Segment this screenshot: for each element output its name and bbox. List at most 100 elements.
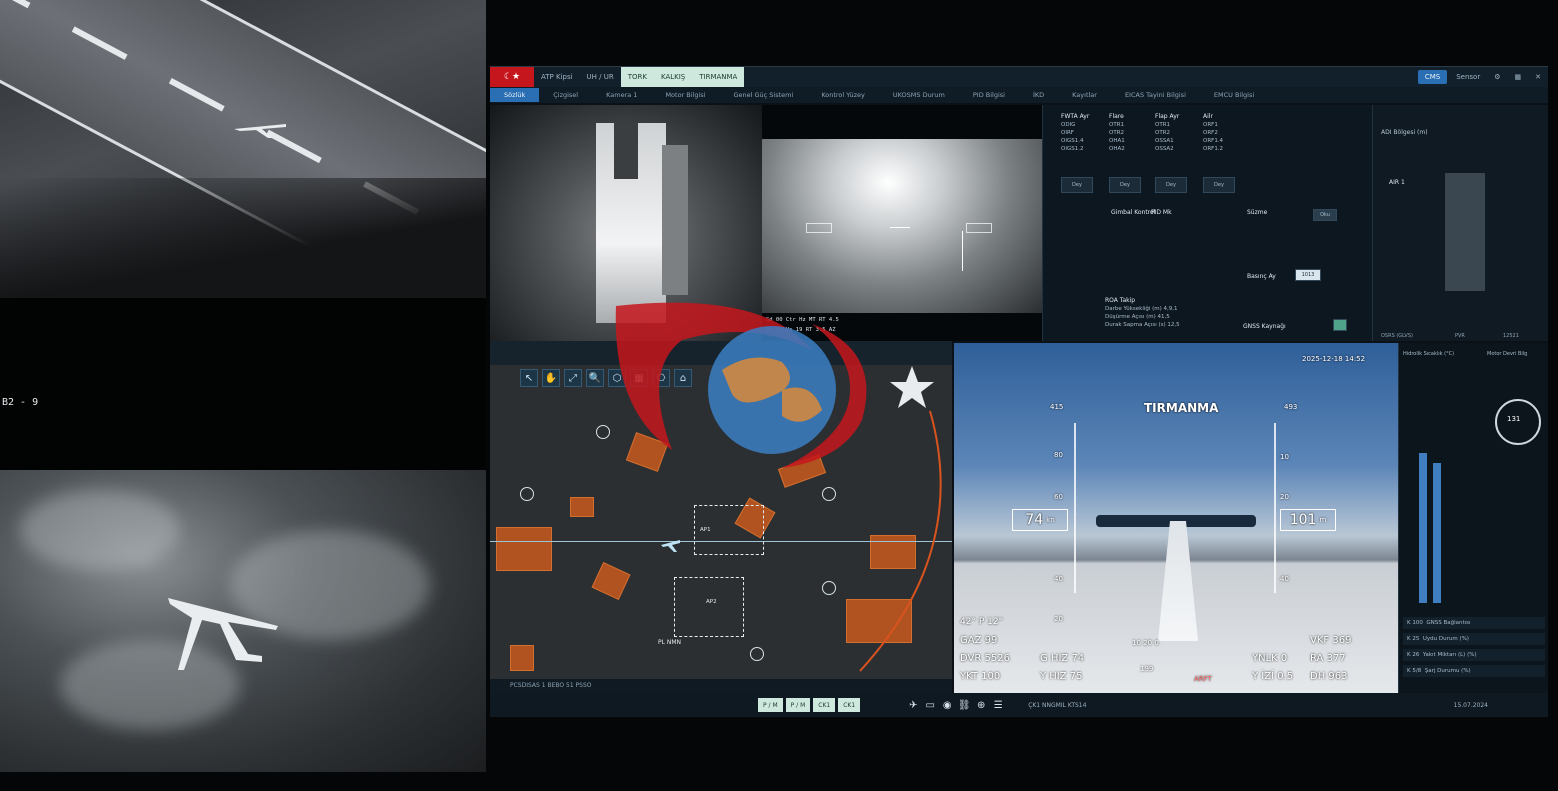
adi-region-panel: ADI Bölgesi (m) AIR 1 OSRS (GLVS) PVR 12… [1372,105,1548,341]
camera-feed-terrain [0,470,486,772]
tab-sozluk[interactable]: Sözlük [490,88,540,102]
status-row: K 26 Yakıt Miktarı (L) (%) [1403,649,1545,661]
fit-tool-icon[interactable]: ⤢ [564,369,582,387]
pitch-readout: 42° P 12° [960,617,1004,627]
altitude-box: 101 m [1280,509,1336,531]
cms-button[interactable]: CMS [1417,70,1448,84]
hud-timestamp: 2025-12-18 14:52 [1302,355,1366,363]
hydraulic-bar [1433,463,1441,603]
thermal-header [762,105,1042,139]
tab-guc[interactable]: Genel Güç Sistemi [719,91,807,99]
monitor-icon[interactable]: ▭ [923,698,937,712]
param-col-flap: Flap Ayr OTR1 OTR2 OSSA1 OSSA2 [1155,113,1180,152]
topbar-item-1[interactable]: UH / UR [580,73,621,81]
waypoint-marker[interactable] [822,487,836,501]
primary-flight-display: TIRMANMA 2025-12-18 14:52 415 493 80 60 … [954,343,1398,693]
pm-button[interactable]: P / M [758,698,783,712]
zoom-tool-icon[interactable]: 🔍 [586,369,604,387]
tab-motor[interactable]: Motor Bilgisi [651,91,719,99]
pan-tool-icon[interactable]: ✋ [542,369,560,387]
bottom-toolbar: P / M P / M CK1 CK1 ✈ ▭ ◉ ⛓ ⊕ ☰ ÇK1 NNGM… [490,693,1548,717]
airspeed-box: 74 kn [1012,509,1068,531]
hydraulic-bar [1419,453,1427,603]
pm-button[interactable]: P / M [785,698,811,712]
route-box [674,577,744,637]
restricted-zone[interactable] [570,497,594,517]
read-button[interactable]: Dey [1109,177,1141,193]
status-row: K 25 Uydu Durum (%) [1403,633,1545,645]
hud-left-top: 415 [1050,403,1064,411]
menu-icon[interactable]: ☰ [991,698,1005,712]
tab-kontrol[interactable]: Kontrol Yüzey [807,91,879,99]
target-icon[interactable]: ⊕ [974,698,988,712]
map-status-bar: PCSDISAS 1 BEBO 51 PSSO [490,679,952,693]
read-button[interactable]: Dey [1203,177,1235,193]
glide-panel: ROA Takip Darbe Yüksekliği (m) 4,9,1 Düş… [1105,297,1180,328]
param-col-fwta: FWTA Ayr ODIG OIRF OIGS1.4 OIGS1.2 [1061,113,1090,152]
topbar-item-0[interactable]: ATP Kipsi [534,73,580,81]
tab-emcu[interactable]: EMCU Bilgisi [1200,91,1268,99]
aircraft-icon[interactable]: ✈ [906,698,920,712]
waypoint-marker[interactable] [520,487,534,501]
tab-pid[interactable]: PID Bilgisi [959,91,1019,99]
aircraft-icon [168,598,278,670]
flight-mode: TIRMANMA [1144,401,1219,415]
tab-cizgisel[interactable]: Çizgisel [539,91,592,99]
reticle-left [806,223,832,233]
settings-icon[interactable]: ⚙ [1487,73,1507,81]
waypoint-marker[interactable] [596,425,610,439]
sensor-button[interactable]: Sensor [1449,73,1487,81]
status-row: K 5/8 Şarj Durumu (%) [1403,665,1545,677]
gnss-source-label: GNSS Kaynağı [1243,323,1286,330]
module-tabs: Sözlük Çizgisel Kamera 1 Motor Bilgisi G… [490,87,1548,103]
param-col-flare: Flare OTR1 OTR2 OHA1 OHA2 [1109,113,1125,152]
reticle-right [966,223,992,233]
hud-right-top: 493 [1284,403,1298,411]
waypoint-marker[interactable] [822,581,836,595]
read-button[interactable]: Dey [1061,177,1093,193]
tab-ikd[interactable]: İKD [1019,91,1058,99]
mode-tirmanma[interactable]: TIRMANMA [692,67,745,87]
tab-kamera[interactable]: Kamera 1 [592,91,651,99]
aircraft-nose [1158,521,1198,641]
basinc-button[interactable]: 1013 [1295,269,1321,281]
grass-area [0,178,486,298]
close-icon[interactable]: ✕ [1528,73,1548,81]
link-icon[interactable]: ⛓ [957,698,971,712]
tab-kayitlar[interactable]: Kayıtlar [1058,91,1111,99]
tab-ukosms[interactable]: UKOSMS Durum [879,91,959,99]
feed-separator [0,298,486,470]
waypoint-marker[interactable] [750,647,764,661]
mode-tork[interactable]: TORK [620,67,654,87]
uav-position-icon[interactable] [660,537,682,553]
oku-button[interactable]: Oku [1313,209,1337,221]
ck1-button[interactable]: CK1 [838,698,861,712]
thermal-camera[interactable] [762,139,1042,313]
pid-mk: PID Mk [1151,209,1172,216]
grid-icon[interactable]: ▦ [1508,73,1529,81]
mode-kalkis[interactable]: KALKIŞ [653,67,693,87]
engine-instruments: Hidrolik Sıcaklık (°C) Motor Devri Bilg … [1398,343,1548,693]
engine-rpm-dial: 131 [1495,399,1541,445]
basinc-label: Basınç Ay [1247,273,1276,280]
suzme-title: Süzme [1247,209,1268,216]
restricted-zone[interactable] [591,561,631,601]
parameter-panel: FWTA Ayr ODIG OIRF OIGS1.4 OIGS1.2 Flare O… [1042,105,1372,341]
callsign-label: B2 - 9 [2,397,39,408]
air-level-bar [1445,173,1485,291]
param-col-ailr: Ailr ORF1 ORF2 ORF1.4 ORF1.2 [1203,113,1224,152]
camera-icon[interactable]: ◉ [940,698,954,712]
crosshair [890,227,910,228]
gnss-toggle[interactable] [1333,319,1347,331]
status-row: K 100 GNSS Bağlantısı [1403,617,1545,629]
read-button[interactable]: Dey [1155,177,1187,193]
restricted-zone[interactable] [496,527,552,571]
camera-feed-runway [0,0,486,298]
emblem-logo [615,302,934,468]
restricted-zone[interactable] [510,645,534,671]
aircraft-icon [234,124,286,138]
ck1-button[interactable]: CK1 [813,698,836,712]
tab-eicas[interactable]: EICAS Tayini Bilgisi [1111,91,1200,99]
select-tool-icon[interactable]: ↖ [520,369,538,387]
flag-icon: ☾★ [490,67,534,87]
